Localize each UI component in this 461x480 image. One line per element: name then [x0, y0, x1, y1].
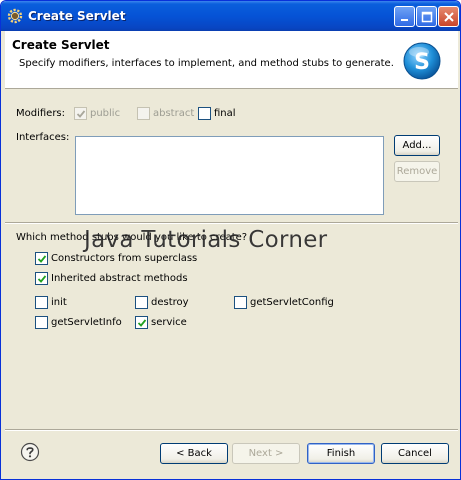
check-icon [37, 275, 47, 283]
final-label: final [214, 108, 236, 119]
check-icon [137, 319, 147, 327]
wizard-content: Modifiers: public abstract final Interfa… [5, 90, 458, 430]
service-label: service [151, 317, 187, 328]
check-icon [76, 110, 86, 118]
gear-icon [7, 8, 23, 24]
window-title: Create Servlet [28, 9, 126, 23]
create-servlet-dialog: Create Servlet Create Servlet Specify mo… [0, 0, 461, 480]
init-label: init [51, 297, 67, 308]
constructors-checkbox[interactable] [35, 252, 48, 265]
title-bar[interactable]: Create Servlet [1, 1, 460, 31]
finish-button[interactable]: Finish [307, 443, 375, 464]
minimize-button[interactable] [394, 6, 415, 27]
inherited-methods-checkbox[interactable] [35, 272, 48, 285]
logo-letter: S [414, 50, 430, 75]
page-description: Specify modifiers, interfaces to impleme… [19, 58, 394, 69]
next-button[interactable]: Next > [232, 443, 300, 464]
interfaces-label: Interfaces: [16, 132, 70, 143]
init-checkbox[interactable] [35, 296, 48, 309]
interfaces-list[interactable] [75, 136, 384, 215]
public-label: public [90, 108, 121, 119]
service-checkbox[interactable] [135, 316, 148, 329]
add-interface-button[interactable]: Add... [394, 135, 440, 156]
maximize-icon [421, 11, 433, 23]
help-icon[interactable] [20, 442, 40, 462]
maximize-button[interactable] [416, 6, 437, 27]
final-checkbox[interactable] [198, 107, 211, 120]
wizard-banner: Create Servlet Specify modifiers, interf… [5, 31, 458, 89]
get-servlet-config-label: getServletConfig [250, 297, 334, 308]
back-button[interactable]: < Back [160, 443, 228, 464]
cancel-button[interactable]: Cancel [381, 443, 449, 464]
abstract-checkbox[interactable] [137, 107, 150, 120]
check-icon [37, 255, 47, 263]
footer-separator [5, 429, 458, 431]
get-servlet-info-checkbox[interactable] [35, 316, 48, 329]
get-servlet-info-label: getServletInfo [51, 317, 122, 328]
close-icon [444, 12, 454, 22]
remove-interface-button[interactable]: Remove [394, 161, 440, 182]
modifiers-label: Modifiers: [16, 108, 66, 119]
constructors-label: Constructors from superclass [51, 253, 198, 264]
abstract-label: abstract [153, 108, 195, 119]
get-servlet-config-checkbox[interactable] [234, 296, 247, 309]
servlet-logo-icon: S [403, 42, 441, 80]
destroy-label: destroy [151, 297, 189, 308]
close-button[interactable] [438, 6, 459, 27]
watermark-text: Java Tutorials Corner [84, 227, 328, 253]
destroy-checkbox[interactable] [135, 296, 148, 309]
minimize-icon [401, 19, 408, 21]
separator [5, 222, 458, 224]
inherited-methods-label: Inherited abstract methods [51, 273, 188, 284]
public-checkbox[interactable] [74, 107, 87, 120]
page-title: Create Servlet [12, 38, 110, 52]
